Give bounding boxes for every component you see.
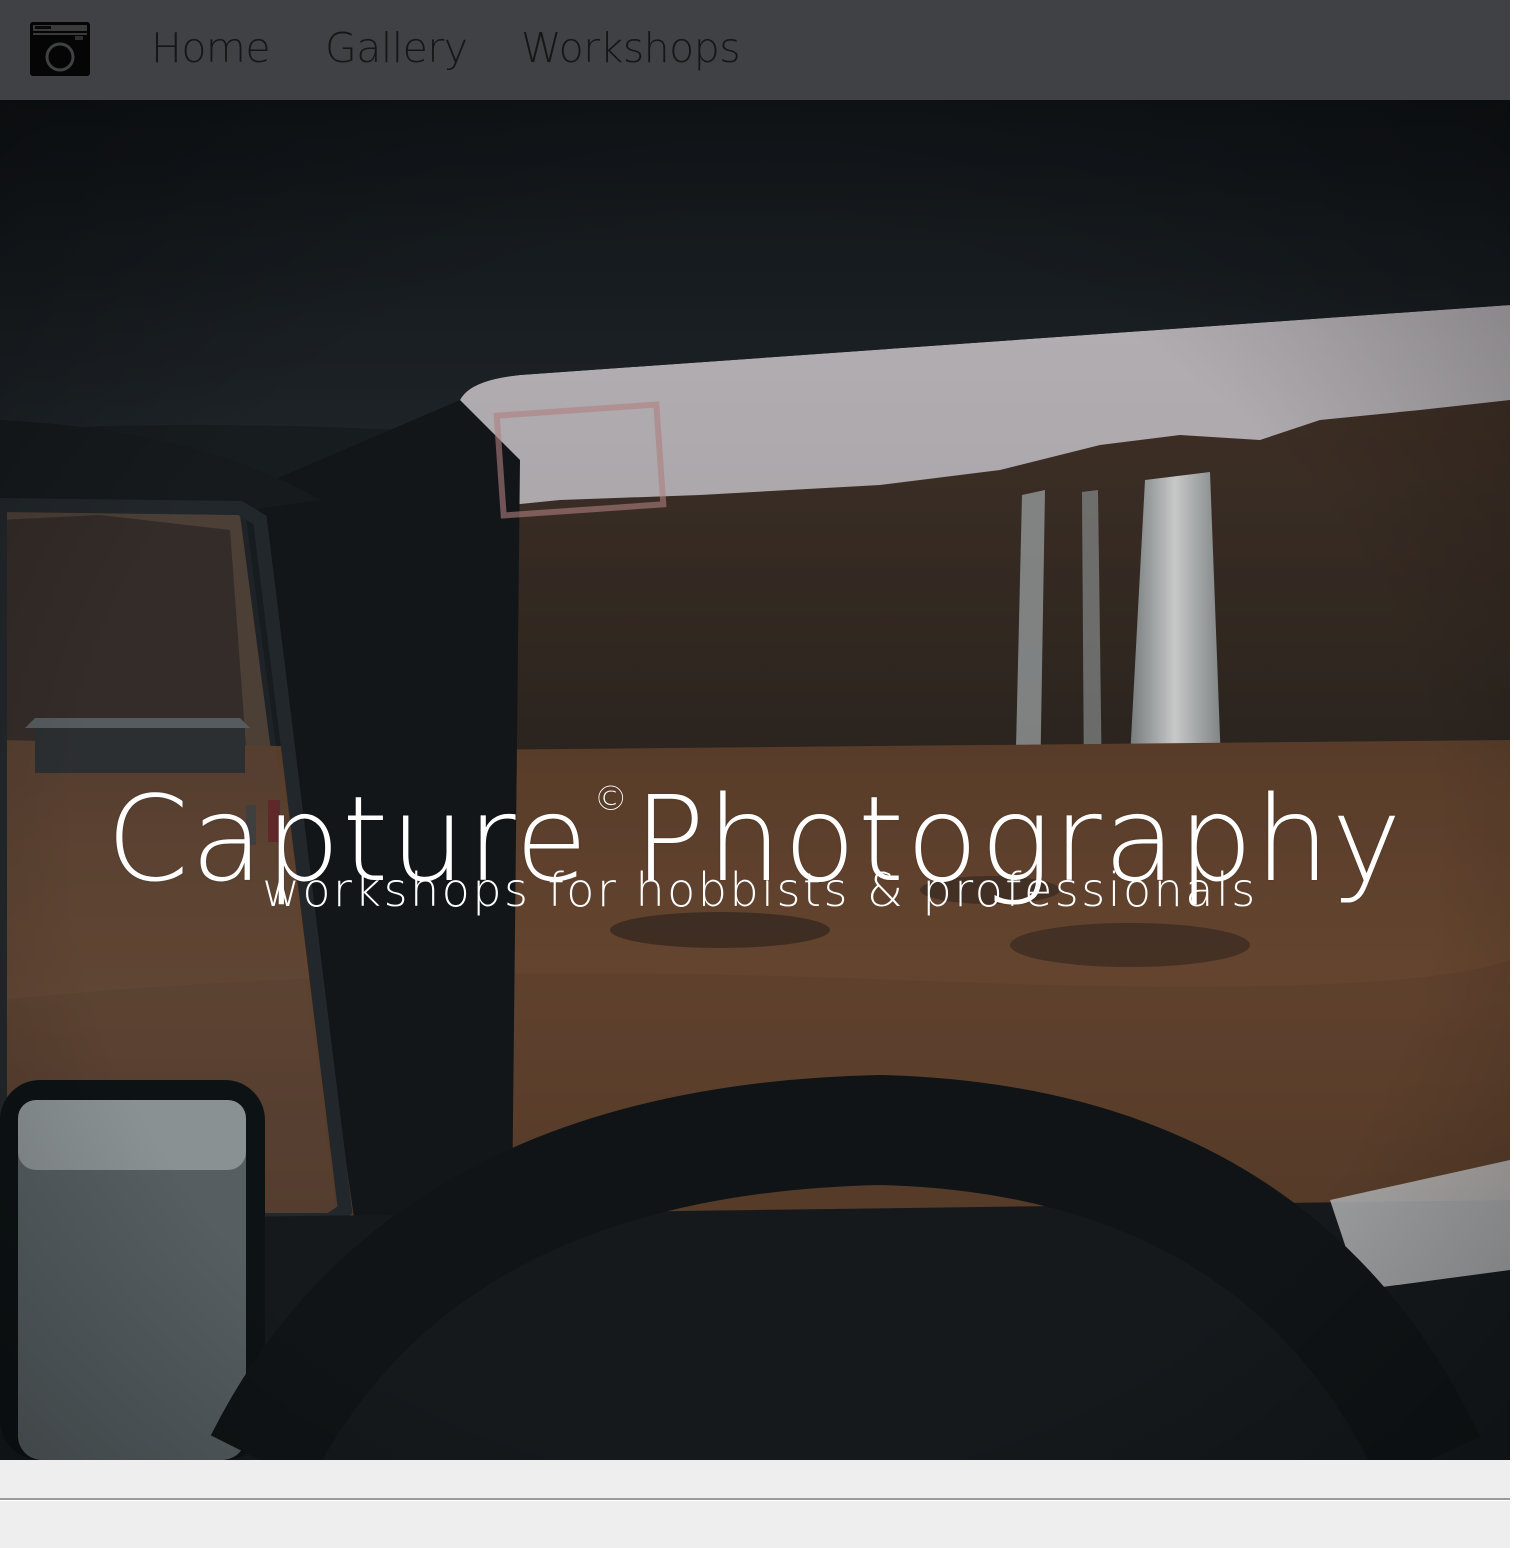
nav-home-link[interactable]: Home: [151, 20, 271, 76]
nav-gallery-link[interactable]: Gallery: [325, 20, 468, 76]
camera-logo-icon[interactable]: [30, 22, 90, 76]
camera-icon: [30, 22, 90, 76]
nav-workshops-link[interactable]: Workshops: [521, 20, 741, 76]
footer-divider: [0, 1498, 1510, 1501]
hero-section: Capture ©Photography workshops for hobbis…: [0, 100, 1510, 1460]
hero-subtitle: workshops for hobbists & professionals: [262, 863, 1258, 917]
top-navbar: Home Gallery Workshops: [0, 0, 1510, 100]
page-edge: [1510, 0, 1514, 1548]
page: Home Gallery Workshops Capture ©Photogra…: [0, 0, 1514, 1548]
copyright-mark: ©: [593, 779, 630, 820]
